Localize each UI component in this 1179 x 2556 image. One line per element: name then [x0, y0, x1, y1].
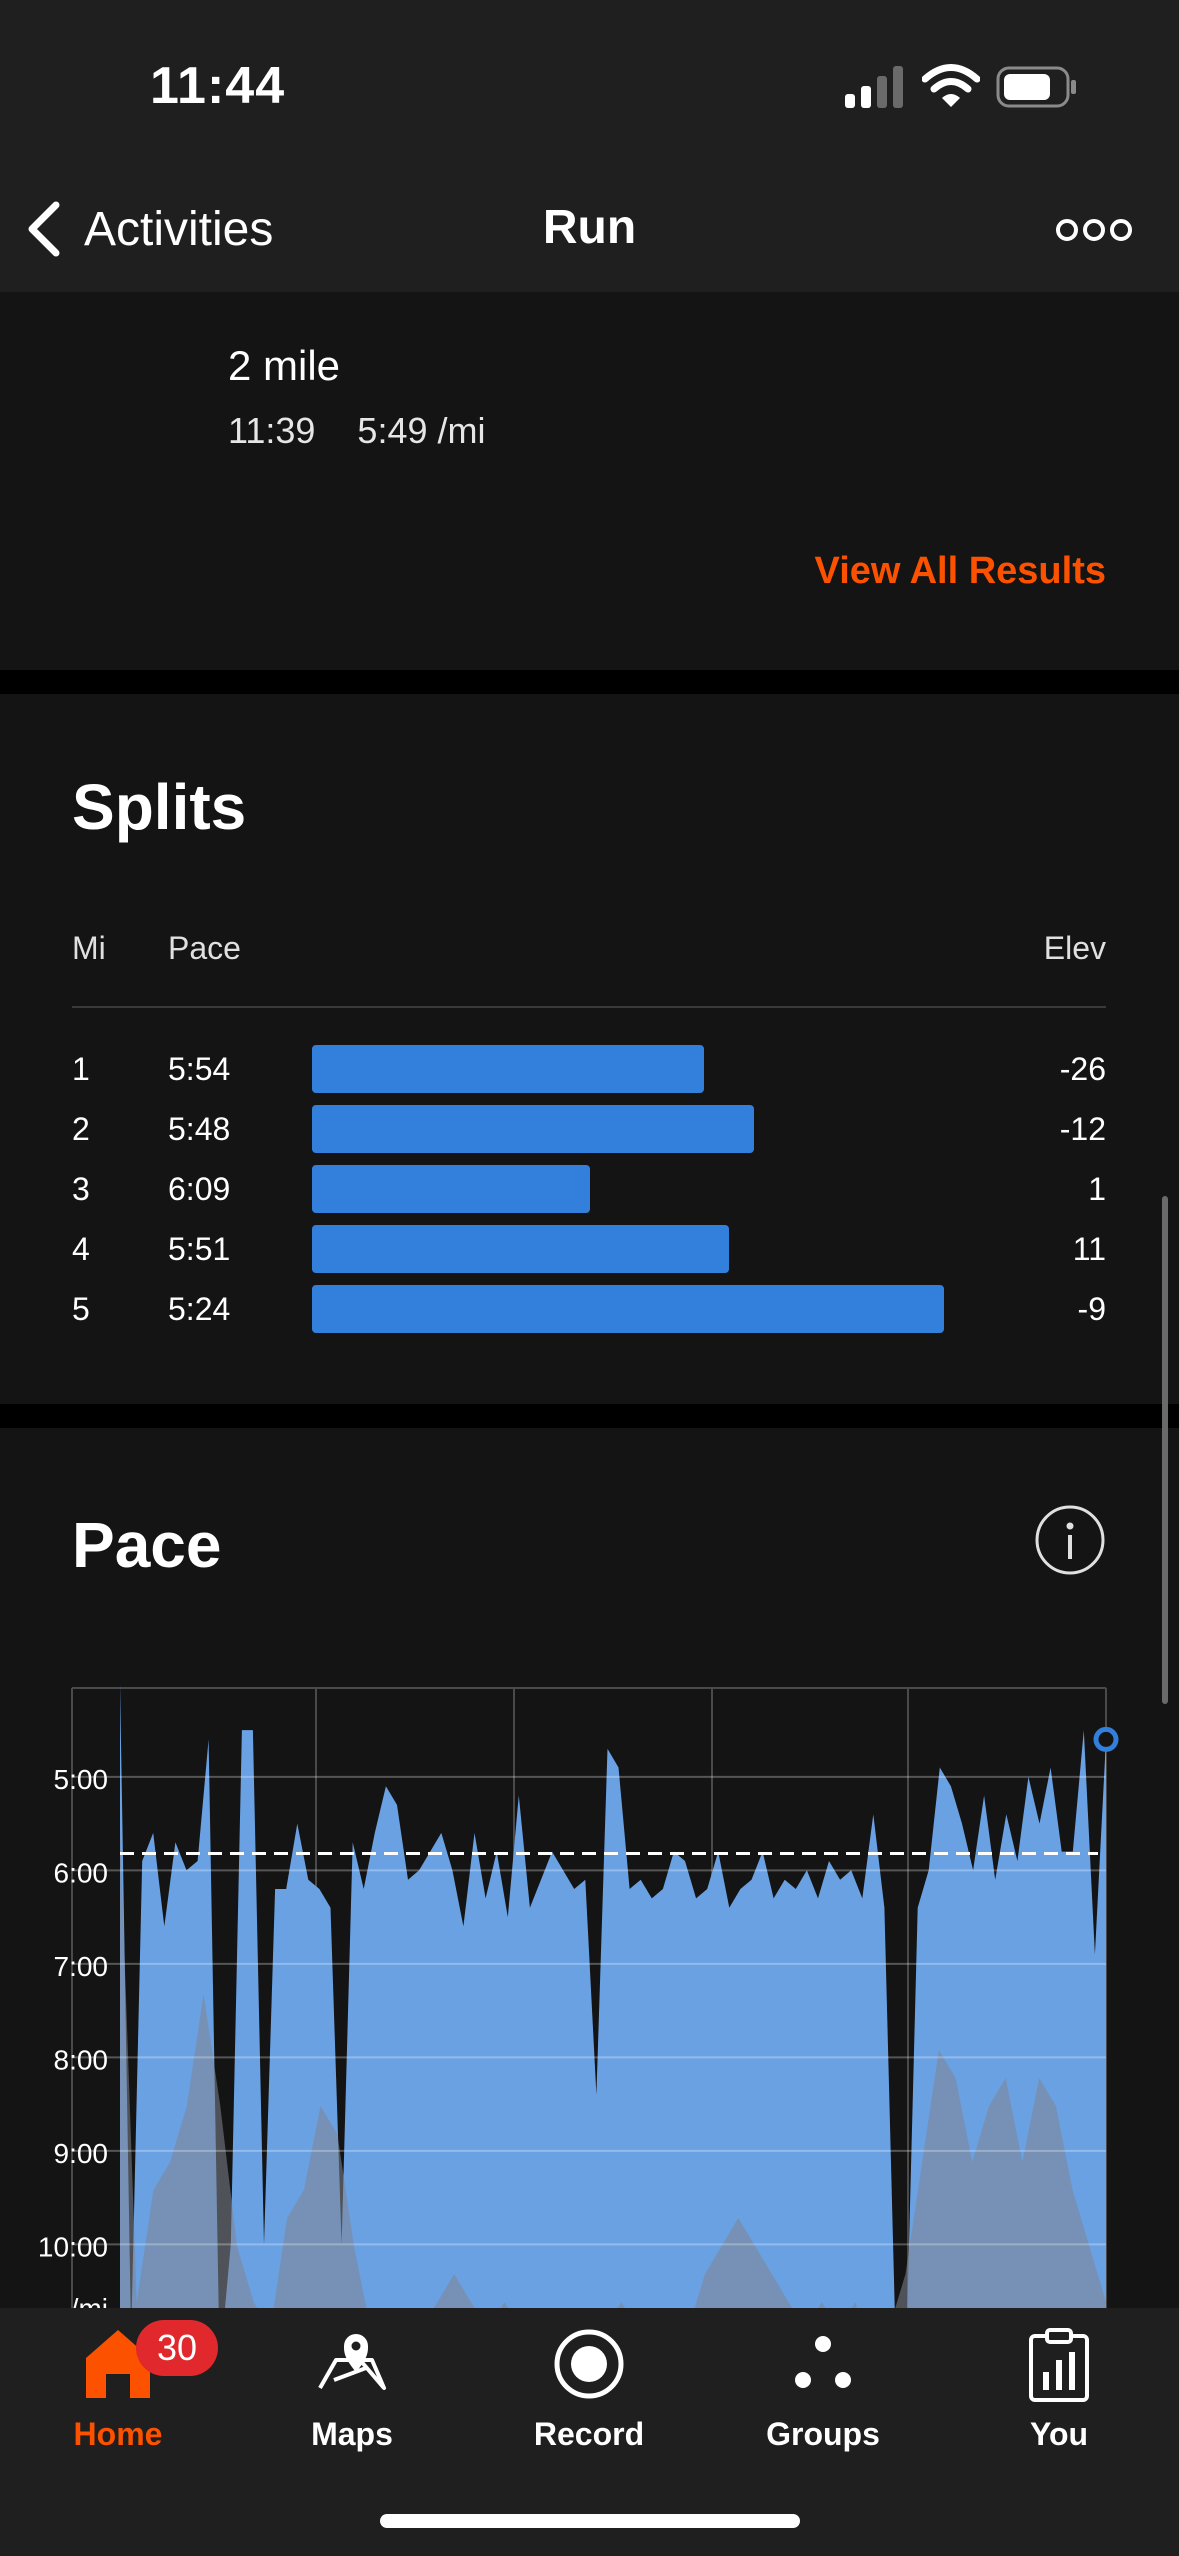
record-icon	[554, 2329, 624, 2399]
split-bar	[312, 1285, 944, 1333]
pace-title: Pace	[72, 1509, 222, 1581]
splits-header-mi: Mi	[72, 930, 106, 966]
chevron-left-icon	[28, 201, 60, 257]
split-row: 3 6:09 1	[72, 1165, 1106, 1215]
split-bar	[312, 1045, 704, 1093]
results-section: 2 mile 11:39 5:49 /mi View All Results	[0, 292, 1179, 670]
tab-label: Home	[73, 2416, 163, 2452]
map-pin-icon	[318, 2334, 386, 2390]
tab-you[interactable]: You	[979, 2324, 1139, 2474]
tab-label: Record	[533, 2416, 645, 2452]
status-bar: 11:44	[0, 0, 1179, 170]
home-indicator	[380, 2514, 800, 2528]
navigation-bar: Activities Run	[0, 170, 1179, 292]
splits-header-pace: Pace	[168, 930, 241, 966]
tab-label: Groups	[766, 2416, 880, 2452]
split-row: 4 5:51 11	[72, 1225, 1106, 1275]
y-tick-label: 10:00	[38, 2231, 108, 2262]
view-all-results-button[interactable]: View All Results	[815, 550, 1106, 593]
split-elev: 11	[1072, 1231, 1106, 1267]
y-tick-label: 5:00	[54, 1764, 109, 1795]
wifi-icon	[922, 64, 980, 107]
y-tick-label: 7:00	[54, 1951, 109, 1982]
split-elev: -12	[1059, 1111, 1106, 1147]
split-row: 1 5:54 -26	[72, 1045, 1106, 1095]
split-elev: 1	[1088, 1171, 1106, 1207]
split-bar	[312, 1165, 590, 1213]
pace-chart[interactable]: 5:00 6:00 7:00 8:00 9:00 10:00/mi	[0, 1658, 1179, 2308]
y-tick-label: 8:00	[54, 2044, 109, 2075]
battery-icon	[996, 66, 1076, 108]
split-pace: 5:54	[168, 1051, 231, 1087]
notification-badge: 30	[136, 2320, 218, 2376]
split-mile: 1	[72, 1051, 90, 1087]
back-button[interactable]: Activities	[24, 194, 273, 264]
splits-section: Splits Mi Pace Elev 1 5:54 -26 2 5:48 -1…	[0, 694, 1179, 1404]
split-mile: 4	[72, 1231, 90, 1267]
split-pace: 5:51	[168, 1231, 231, 1267]
status-time: 11:44	[150, 57, 286, 115]
split-row: 5 5:24 -9	[72, 1285, 1106, 1335]
y-axis-unit: /mi	[71, 2293, 108, 2308]
split-pace: 5:48	[168, 1111, 231, 1147]
end-marker	[1093, 1726, 1119, 1752]
split-pace: 6:09	[168, 1171, 231, 1207]
split-elev: -9	[1077, 1291, 1106, 1327]
tab-groups[interactable]: Groups	[743, 2324, 903, 2474]
back-label: Activities	[84, 202, 274, 256]
pace-section: Pace 5:00 6:00 7:00 8:00 9:00 10:00/mi	[0, 1428, 1179, 2308]
y-tick-label: 6:00	[54, 1857, 109, 1888]
section-divider	[0, 1404, 1179, 1428]
section-divider	[0, 670, 1179, 694]
clipboard-chart-icon	[1029, 2328, 1089, 2402]
best-effort-stats: 11:39 5:49 /mi	[228, 410, 485, 452]
splits-header-elev: Elev	[1043, 930, 1106, 966]
y-tick-label: 9:00	[54, 2138, 109, 2169]
split-elev: -26	[1059, 1051, 1106, 1087]
best-effort-name: 2 mile	[228, 342, 341, 389]
split-pace: 5:24	[168, 1291, 231, 1327]
split-bar	[312, 1225, 729, 1273]
tab-label: You	[1029, 2416, 1089, 2452]
scrollbar[interactable]	[1162, 1196, 1168, 1704]
split-mile: 2	[72, 1111, 90, 1147]
groups-icon	[795, 2336, 851, 2388]
split-mile: 3	[72, 1171, 90, 1207]
info-icon[interactable]	[1034, 1504, 1106, 1576]
tab-maps[interactable]: Maps	[272, 2324, 432, 2474]
split-mile: 5	[72, 1291, 90, 1327]
splits-divider	[72, 1006, 1106, 1008]
tab-label: Maps	[311, 2416, 393, 2452]
splits-title: Splits	[72, 771, 247, 843]
splits-header: Mi Pace Elev	[72, 930, 1106, 974]
best-effort-pace: 5:49 /mi	[357, 410, 486, 451]
split-row: 2 5:48 -12	[72, 1105, 1106, 1155]
split-bar	[312, 1105, 754, 1153]
cellular-signal-icon	[845, 66, 903, 108]
tab-record[interactable]: Record	[509, 2324, 669, 2474]
more-dots-icon[interactable]	[1056, 212, 1132, 248]
best-effort-time: 11:39	[228, 410, 316, 451]
